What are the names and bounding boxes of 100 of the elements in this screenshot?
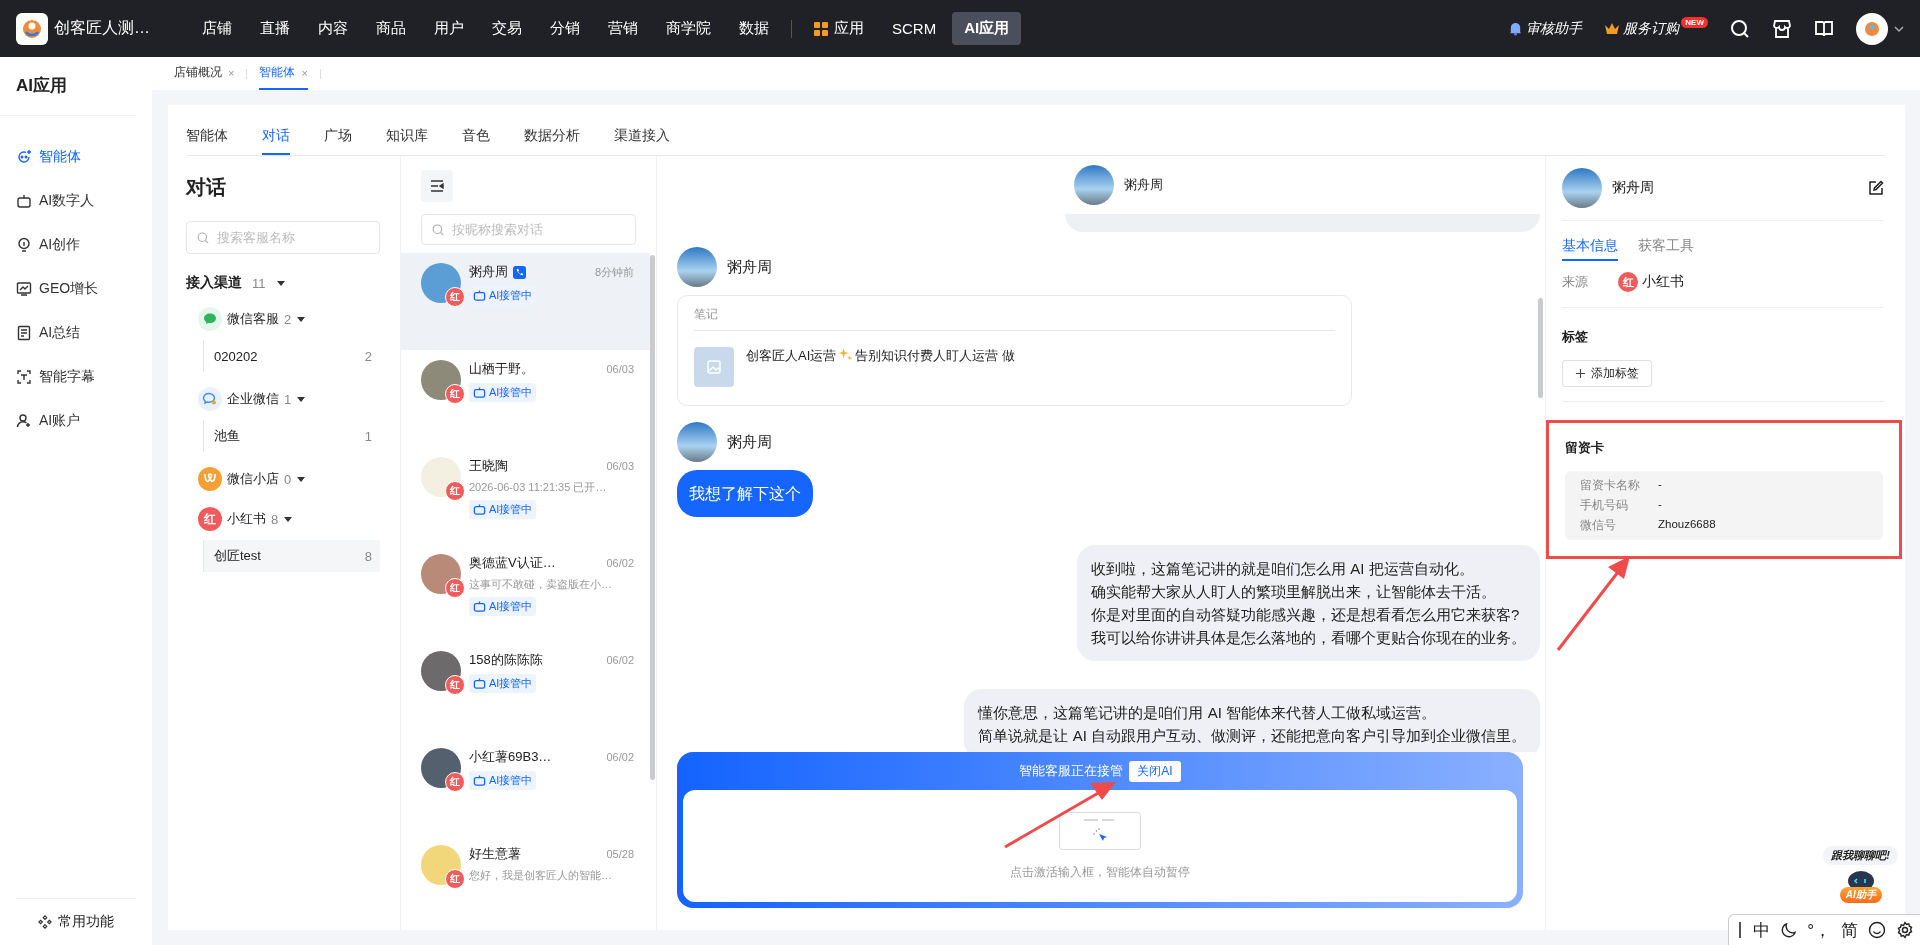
caret-icon[interactable] xyxy=(296,474,307,484)
chat-bubble-icon xyxy=(198,307,222,331)
scrollbar[interactable] xyxy=(650,255,655,780)
nav-item[interactable]: 分销 xyxy=(538,12,592,45)
caret-icon[interactable] xyxy=(296,394,307,404)
nav-item[interactable]: 内容 xyxy=(306,12,360,45)
platform-badge: 红 xyxy=(445,772,465,792)
conversation-item[interactable]: 红 王晓陶 06/03 2026-06-03 11:21:35 已开… AI接管中 xyxy=(401,447,650,544)
channel-count: 8 xyxy=(271,511,279,527)
nav-item[interactable]: 交易 xyxy=(480,12,534,45)
caret-icon[interactable] xyxy=(1894,23,1904,34)
conversation-item[interactable]: 红 小红薯69B3… 06/02 AI接管中 xyxy=(401,738,650,835)
page-tab[interactable]: 店铺概况 × xyxy=(174,57,235,90)
ime-toggle[interactable]: 简 xyxy=(1841,918,1858,942)
sidebar-item[interactable]: 智能体 xyxy=(0,136,152,178)
collapse-list-button[interactable] xyxy=(421,170,453,202)
logo-icon[interactable] xyxy=(16,12,48,45)
channel-total: 11 xyxy=(252,275,266,291)
nav-item[interactable]: SCRM xyxy=(880,13,949,44)
ai-status-tag: AI接管中 xyxy=(469,674,537,693)
tab[interactable]: 知识库 xyxy=(386,127,428,155)
sidebar-item[interactable]: AI总结 xyxy=(0,312,152,354)
common-functions-button[interactable]: 常用功能 xyxy=(16,898,136,931)
conversation-item[interactable]: 红 好生意薯 05/28 您好，我是创客匠人的智能… xyxy=(401,835,650,930)
field-value: - xyxy=(1658,478,1662,492)
sidebar-item[interactable]: AI创作 xyxy=(0,224,152,266)
tab[interactable]: 基本信息 xyxy=(1562,237,1618,261)
add-tag-button[interactable]: 添加标签 xyxy=(1562,360,1652,387)
tab[interactable]: 数据分析 xyxy=(524,127,580,155)
tab[interactable]: 广场 xyxy=(324,127,352,155)
channel-account[interactable]: 池鱼 1 xyxy=(204,420,380,452)
avatar-photo xyxy=(421,554,461,594)
section-title: 标签 xyxy=(1562,328,1589,346)
conversation-item[interactable]: 红 奥德蓝V认证… 06/02 这事可不敢碰，卖盗版在小… AI接管中 xyxy=(401,544,650,641)
nav-item[interactable]: 用户 xyxy=(422,12,476,45)
nav-item[interactable]: 店铺 xyxy=(190,12,244,45)
message-preview: 2026-06-03 11:21:35 已开… xyxy=(469,480,607,495)
timestamp: 8分钟前 xyxy=(594,264,634,280)
tab[interactable]: 对话 xyxy=(262,127,290,155)
conversation-item[interactable]: 红 山栖于野。 06/03 AI接管中 xyxy=(401,350,650,447)
caret-icon[interactable] xyxy=(275,278,286,288)
search-input[interactable]: 搜索客服名称 xyxy=(215,229,369,246)
search-icon[interactable] xyxy=(1730,18,1750,39)
caret-icon[interactable] xyxy=(283,514,294,524)
settings-icon[interactable] xyxy=(1896,921,1914,939)
book-icon[interactable] xyxy=(1814,18,1834,39)
takeover-status: 智能客服正在接管 xyxy=(1019,762,1124,780)
timestamp: 06/02 xyxy=(606,557,634,569)
caret-icon[interactable] xyxy=(296,314,307,324)
image-placeholder xyxy=(694,347,734,387)
assistant-speech-bubble[interactable]: 跟我聊聊吧! xyxy=(1823,846,1898,865)
search-input[interactable]: 按昵称搜索对话 xyxy=(450,221,625,238)
sidebar-item[interactable]: GEO增长 xyxy=(0,268,152,310)
nav-item[interactable]: 数据 xyxy=(727,12,781,45)
input-hint: 点击激活输入框，智能体自动暂停 xyxy=(1010,863,1190,881)
ime-toggle[interactable]: 中 xyxy=(1753,918,1771,942)
nav-item[interactable]: 营销 xyxy=(596,12,650,45)
nav-item[interactable]: 直播 xyxy=(248,12,302,45)
search-field[interactable]: 搜索客服名称 xyxy=(186,221,380,254)
close-ai-button[interactable]: 关闭AI xyxy=(1129,760,1181,782)
timestamp: 05/28 xyxy=(606,848,634,860)
note-title: 告别知识付费人盯人运营 做 xyxy=(855,347,1015,365)
tab[interactable]: 智能体 xyxy=(186,127,228,155)
channel-account[interactable]: 创匠test 8 xyxy=(204,540,380,572)
tab[interactable]: 音色 xyxy=(462,127,490,155)
collapse-icon xyxy=(429,178,445,194)
plus-icon xyxy=(1575,368,1586,379)
note-card[interactable]: 笔记 创客匠人AI运营 告别知识付费人盯人运营 做 xyxy=(677,295,1352,406)
edit-icon[interactable] xyxy=(1868,180,1884,196)
moon-icon[interactable] xyxy=(1780,921,1798,939)
platform-badge: 红 xyxy=(445,384,465,404)
ime-toggle[interactable]: °， xyxy=(1807,918,1831,942)
timestamp: 06/02 xyxy=(606,751,634,763)
sidebar-item[interactable]: 智能字幕 xyxy=(0,356,152,398)
nav-item[interactable]: AI应用 xyxy=(952,12,1022,45)
channel-name: 小红书 xyxy=(227,510,266,528)
service-order-button[interactable]: 服务订购 xyxy=(1604,19,1680,38)
page-tab[interactable]: 智能体 × xyxy=(259,57,308,90)
nav-item[interactable]: 商学院 xyxy=(654,12,723,45)
user-avatar[interactable] xyxy=(1856,12,1888,45)
sidebar-item[interactable]: AI账户 xyxy=(0,400,152,442)
tab[interactable]: 获客工具 xyxy=(1638,237,1694,261)
search-field[interactable]: 按昵称搜索对话 xyxy=(421,214,636,245)
scrollbar[interactable] xyxy=(1538,298,1543,398)
contact-name: 奥德蓝V认证… xyxy=(469,554,556,572)
message-bubble: 懂你意思，这篇笔记讲的是咱们用 AI 智能体来代替人工做私域运营。 简单说就是让 AI 自动跟用户互动、做测评，还能把意向客户引导加到企业微信里。 xyxy=(964,689,1540,752)
tab[interactable]: 渠道接入 xyxy=(614,127,670,155)
channel-account[interactable]: 020202 2 xyxy=(204,340,380,372)
nav-item[interactable]: 商品 xyxy=(364,12,418,45)
review-assistant-button[interactable]: 审核助手 xyxy=(1508,19,1583,38)
nav-item[interactable]: 应用 xyxy=(802,12,876,45)
avatar-photo xyxy=(1562,168,1602,208)
message-bubble: 我想了解下这个 xyxy=(677,470,813,517)
new-badge: NEW xyxy=(1681,16,1708,28)
conversation-item[interactable]: 红 粥舟周 8分钟前 AI接管中 xyxy=(401,253,650,350)
smiley-icon[interactable] xyxy=(1868,921,1886,939)
conversation-item[interactable]: 红 158的陈陈陈 06/02 AI接管中 xyxy=(401,641,650,738)
store-icon[interactable] xyxy=(1772,18,1792,39)
contact-name: 王晓陶 xyxy=(469,457,508,475)
sidebar-item[interactable]: AI数字人 xyxy=(0,180,152,222)
